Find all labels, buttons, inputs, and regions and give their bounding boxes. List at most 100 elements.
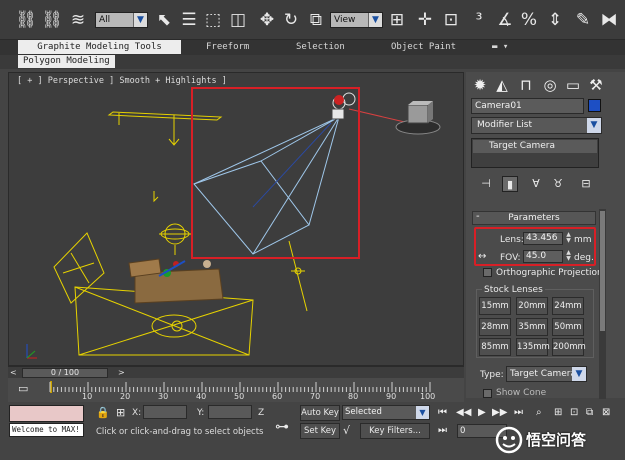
previous-frame-icon[interactable]: ◀◀ [456, 406, 471, 420]
ribbon-tabs: Graphite Modeling Tools Freeform Selecti… [0, 40, 625, 55]
time-slider-thumb[interactable]: 0 / 100 [22, 368, 108, 378]
mini-curve-editor-icon[interactable]: ▭ [18, 382, 28, 396]
x-label: X: [132, 408, 142, 418]
make-unique-icon[interactable]: ∀ [528, 176, 544, 192]
lens-28mm-button[interactable]: 28mm [479, 318, 511, 336]
lens-20mm-button[interactable]: 20mm [516, 297, 548, 315]
stack-item-target-camera[interactable]: Target Camera [473, 140, 597, 153]
lock-icon[interactable]: 🔒 [96, 406, 110, 420]
zoom-extents-all-icon[interactable]: ⧉ [586, 406, 593, 420]
angle-snap-icon[interactable]: ∡ [494, 9, 516, 31]
lens-50mm-button[interactable]: 50mm [552, 318, 584, 336]
welcome-message[interactable]: Welcome to MAX! [9, 423, 84, 437]
create-icon[interactable]: ✹ [470, 75, 490, 95]
time-slider[interactable]: < 0 / 100 > [8, 366, 464, 378]
y-coordinate-field[interactable] [208, 405, 252, 419]
tab-selection[interactable]: Selection [296, 40, 345, 54]
select-icon[interactable]: ⬉ [153, 9, 175, 31]
helper-diamond-left[interactable] [53, 232, 105, 304]
helper-plane-top[interactable] [107, 111, 223, 146]
rect-region-icon[interactable]: ⬚ [202, 9, 224, 31]
zoom-icon[interactable]: ⌕ [536, 406, 542, 420]
keyboard-shortcut-icon[interactable]: ⊡ [440, 9, 462, 31]
lens-24mm-button[interactable]: 24mm [552, 297, 584, 315]
camera-body[interactable] [331, 92, 356, 120]
show-end-result-icon[interactable]: ▮ [502, 176, 518, 192]
orthographic-checkbox[interactable] [483, 268, 492, 277]
helper-shapes-left[interactable] [153, 191, 191, 255]
maxscript-listener[interactable] [9, 405, 84, 422]
modify-icon[interactable]: ◭ [492, 75, 512, 95]
named-selection-icon[interactable]: ✎ [572, 9, 594, 31]
spinner-snap-icon[interactable]: ⇕ [544, 9, 566, 31]
wooden-prop-object[interactable] [128, 258, 224, 304]
object-name-field[interactable]: Camera01 [471, 98, 584, 114]
rotate-icon[interactable]: ↻ [280, 9, 302, 31]
percent-snap-icon[interactable]: % [518, 9, 540, 31]
display-icon[interactable]: ▭ [563, 75, 583, 95]
go-to-start-icon[interactable]: ⏮ [438, 406, 447, 420]
maximize-viewport-icon[interactable]: ⊠ [602, 406, 610, 420]
ribbon-options-icon[interactable]: ▬ ▾ [492, 40, 508, 54]
tick-label-4: 50 [234, 392, 245, 401]
camera-type-dropdown[interactable]: Target Camera ▼ [506, 366, 587, 382]
selection-set-dropdown[interactable]: Selected ▼ [342, 405, 430, 420]
manipulate-icon[interactable]: ✛ [414, 9, 436, 31]
go-to-end-icon[interactable]: ⏭ [514, 406, 523, 420]
auto-key-button[interactable]: Auto Key [300, 405, 340, 421]
camera-frustum[interactable] [193, 116, 340, 255]
show-cone-checkbox[interactable] [483, 389, 492, 398]
play-icon[interactable]: ▶ [478, 406, 486, 420]
key-mode-icon[interactable]: ⏭ [438, 424, 447, 438]
camera-type-value: Target Camera [510, 369, 577, 379]
zoom-extents-icon[interactable]: ⊡ [570, 406, 578, 420]
perspective-viewport[interactable]: [ + ] Perspective ] Smooth + Highlights … [8, 72, 464, 366]
select-by-name-icon[interactable]: ☰ [178, 9, 200, 31]
key-icon[interactable]: ⊶ [275, 420, 289, 434]
remove-modifier-icon[interactable]: ♉ [550, 176, 566, 192]
pivot-icon[interactable]: ⊞ [386, 9, 408, 31]
hierarchy-icon[interactable]: ⊓ [516, 75, 536, 95]
set-key-button[interactable]: Set Key [300, 423, 340, 439]
link-icon[interactable]: ⛓ [15, 9, 37, 31]
lens-85mm-button[interactable]: 85mm [479, 338, 511, 356]
zoom-all-icon[interactable]: ⊞ [554, 406, 562, 420]
default-tangents-icon[interactable]: √ [343, 424, 350, 438]
mirror-icon[interactable]: ⧓ [598, 9, 620, 31]
lens-135mm-button[interactable]: 135mm [516, 338, 550, 356]
snaps-icon[interactable]: ³ [468, 9, 490, 31]
window-crossing-icon[interactable]: ◫ [227, 9, 249, 31]
scale-icon[interactable]: ⧉ [305, 9, 327, 31]
object-color-swatch[interactable] [588, 99, 601, 112]
prev-frame-arrow-icon[interactable]: < [10, 367, 17, 378]
helper-stick-right[interactable] [288, 240, 308, 312]
key-filters-button[interactable]: Key Filters... [360, 423, 430, 439]
pin-stack-icon[interactable]: ⊣ [478, 176, 494, 192]
selection-filter-dropdown[interactable]: All ▼ [95, 12, 148, 28]
lens-200mm-button[interactable]: 200mm [552, 338, 586, 356]
lens-35mm-button[interactable]: 35mm [516, 318, 548, 336]
unlink-icon[interactable]: ⛓ [41, 9, 63, 31]
x-coordinate-field[interactable] [143, 405, 187, 419]
reference-coordinate-dropdown[interactable]: View ▼ [330, 12, 383, 28]
tab-freeform[interactable]: Freeform [206, 40, 249, 54]
command-panel-scrollbar[interactable] [599, 209, 606, 399]
camera-target-object[interactable] [395, 101, 441, 135]
track-bar[interactable]: ▭ 10 20 30 40 50 60 70 80 90 100 [8, 378, 464, 402]
tab-graphite-modeling-tools[interactable]: Graphite Modeling Tools [18, 40, 181, 54]
panel-polygon-modeling[interactable]: Polygon Modeling [18, 55, 115, 68]
next-frame-icon[interactable]: ▶▶ [492, 406, 507, 420]
tab-object-paint[interactable]: Object Paint [391, 40, 456, 54]
move-icon[interactable]: ✥ [256, 9, 278, 31]
next-frame-arrow-icon[interactable]: > [118, 367, 125, 378]
scrollbar-thumb[interactable] [600, 211, 605, 331]
utilities-icon[interactable]: ⚒ [586, 75, 606, 95]
parameters-rollout-header[interactable]: Parameters [472, 211, 596, 225]
collapse-icon[interactable]: - [476, 211, 480, 223]
motion-icon[interactable]: ◎ [540, 75, 560, 95]
absolute-mode-icon[interactable]: ⊞ [116, 406, 125, 420]
modifier-list-dropdown[interactable]: Modifier List ▼ [471, 117, 602, 134]
bind-spacewarp-icon[interactable]: ≋ [67, 9, 89, 31]
configure-sets-icon[interactable]: ⊟ [578, 176, 594, 192]
lens-15mm-button[interactable]: 15mm [479, 297, 511, 315]
